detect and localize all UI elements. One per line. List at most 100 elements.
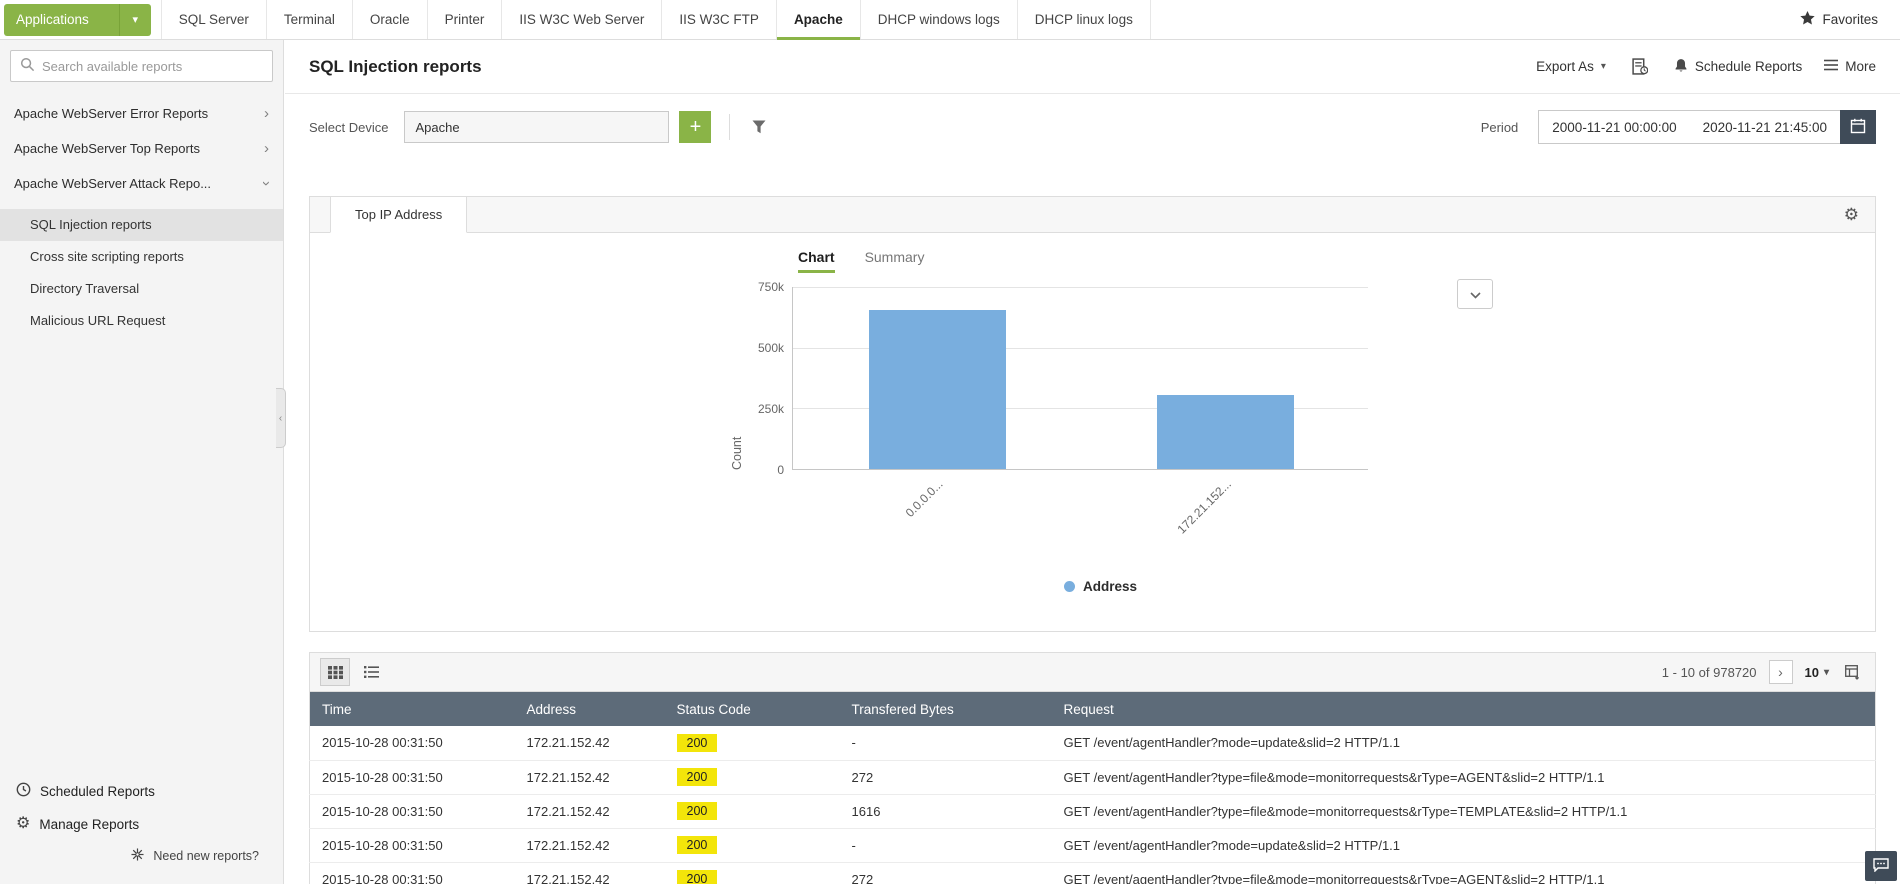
table-row[interactable]: 2015-10-28 00:31:50 172.21.152.42 200 - GET …: [309, 726, 1876, 761]
bar-172-21-152[interactable]: [1157, 395, 1294, 469]
period-picker: Period 2000-11-21 00:00:00 2020-11-21 21…: [1481, 110, 1876, 144]
gear-icon[interactable]: ⚙: [1844, 205, 1875, 225]
sidebar-group-label: Apache WebServer Error Reports: [14, 106, 209, 121]
period-from-value[interactable]: 2000-11-21 00:00:00: [1539, 120, 1689, 135]
y-tick: 0: [777, 463, 784, 477]
app-tab-dhcp-linux-logs[interactable]: DHCP linux logs: [1016, 0, 1151, 39]
sidebar-group-apache-webserver-top-reports[interactable]: Apache WebServer Top Reports ›: [0, 131, 283, 166]
cell-request: GET /event/agentHandler?type=file&mode=m…: [1051, 862, 1876, 884]
scheduled-reports-link[interactable]: Scheduled Reports: [0, 774, 283, 808]
app-tab-apache[interactable]: Apache: [775, 0, 860, 40]
sidebar: Apache WebServer Error Reports›Apache We…: [0, 40, 284, 884]
chevron-right-icon: ›: [264, 140, 269, 157]
sparkle-icon: [131, 848, 144, 864]
report-export-icon[interactable]: [1628, 54, 1652, 79]
sidebar-group-label: Apache WebServer Attack Repo...: [14, 176, 212, 191]
calendar-button[interactable]: [1840, 110, 1876, 144]
cell-transfered-bytes: 1616: [839, 794, 1052, 829]
app-tab-iis-w3c-ftp[interactable]: IIS W3C FTP: [661, 0, 776, 39]
cell-transfered-bytes: -: [839, 726, 1052, 761]
column-header-address[interactable]: Address: [514, 692, 665, 726]
chevron-right-icon: ›: [1778, 664, 1783, 680]
sidebar-group-label: Apache WebServer Top Reports: [14, 141, 200, 156]
filter-icon[interactable]: [748, 116, 770, 138]
bar-chart: Count 750k 500k 250k 0 0.0.0.0... 172.21.…: [730, 280, 1875, 536]
app-tab-terminal[interactable]: Terminal: [265, 0, 352, 39]
chevron-down-icon: ▾: [1600, 61, 1606, 72]
more-button[interactable]: More: [1824, 59, 1876, 74]
sidebar-group-apache-webserver-error-reports[interactable]: Apache WebServer Error Reports ›: [0, 96, 283, 131]
cell-request: GET /event/agentHandler?mode=update&slid…: [1051, 828, 1876, 863]
sidebar-item-sql-injection-reports[interactable]: SQL Injection reports: [0, 209, 283, 241]
sidebar-footer: Scheduled Reports ⚙ Manage Reports Need …: [0, 774, 283, 884]
more-icon: [1824, 59, 1839, 74]
applications-menu-button[interactable]: Applications ▾: [4, 3, 151, 36]
search-input[interactable]: [42, 58, 263, 74]
page-title: SQL Injection reports: [309, 56, 482, 76]
next-page-button[interactable]: ›: [1768, 660, 1793, 684]
sidebar-item-cross-site-scripting-reports[interactable]: Cross site scripting reports: [0, 241, 283, 273]
column-header-time[interactable]: Time: [309, 692, 515, 726]
sidebar-item-malicious-url-request[interactable]: Malicious URL Request: [0, 305, 283, 337]
sidebar-group-apache-webserver-attack-repo[interactable]: Apache WebServer Attack Repo... ›: [0, 166, 283, 201]
add-device-button[interactable]: +: [679, 111, 712, 143]
schedule-reports-button[interactable]: Schedule Reports: [1674, 58, 1802, 76]
cell-time: 2015-10-28 00:31:50: [309, 794, 515, 829]
period-label: Period: [1480, 119, 1519, 135]
chevron-down-icon: ▾: [1823, 666, 1829, 678]
table-row[interactable]: 2015-10-28 00:31:50 172.21.152.42 200 1616 G…: [309, 794, 1876, 829]
chevron-down-icon: ›: [258, 181, 275, 186]
column-header-request[interactable]: Request: [1051, 692, 1876, 726]
view-tab-summary[interactable]: Summary: [865, 249, 925, 273]
clock-icon: [16, 782, 31, 800]
applications-label: Applications: [16, 11, 89, 27]
main-header: SQL Injection reports Export As ▾ Schedu…: [285, 40, 1900, 94]
export-as-button[interactable]: Export As ▾: [1536, 59, 1606, 74]
chevron-left-icon: ‹: [278, 412, 283, 424]
bar-0-0-0-0[interactable]: [869, 310, 1006, 469]
column-header-transfered-bytes[interactable]: Transfered Bytes: [839, 692, 1052, 726]
divider: [729, 114, 731, 140]
manage-reports-link[interactable]: ⚙ Manage Reports: [0, 808, 283, 840]
table-row[interactable]: 2015-10-28 00:31:50 172.21.152.42 200 272 GE…: [309, 760, 1876, 795]
list-view-icon[interactable]: [356, 658, 386, 686]
chart-legend[interactable]: Address: [1064, 579, 1137, 594]
chat-icon: [1873, 857, 1889, 875]
table-row[interactable]: 2015-10-28 00:31:50 172.21.152.42 200 - GET …: [309, 828, 1876, 863]
need-new-reports-link[interactable]: Need new reports?: [0, 840, 283, 872]
y-tick: 500k: [757, 340, 784, 355]
favorites-button[interactable]: Favorites: [1800, 11, 1900, 28]
app-tab-oracle[interactable]: Oracle: [351, 0, 427, 39]
status-badge: 200: [676, 733, 718, 752]
cell-address: 172.21.152.42: [514, 828, 665, 863]
sidebar-collapse-handle[interactable]: ‹: [276, 388, 286, 448]
sidebar-item-directory-traversal[interactable]: Directory Traversal: [0, 273, 283, 305]
column-header-status-code[interactable]: Status Code: [664, 692, 840, 726]
cell-status-code: 200: [664, 828, 840, 863]
app-tab-iis-w3c-web-server[interactable]: IIS W3C Web Server: [501, 0, 661, 39]
table-body: 2015-10-28 00:31:50 172.21.152.42 200- GET …: [309, 726, 1876, 884]
chevron-right-icon: ›: [264, 105, 269, 122]
page-size-select[interactable]: 10 ▾: [1805, 665, 1830, 680]
device-select-input[interactable]: Apache: [404, 111, 670, 143]
period-to-value[interactable]: 2020-11-21 21:45:00: [1690, 120, 1840, 135]
search-icon: [20, 57, 35, 75]
app-tab-sql-server[interactable]: SQL Server: [160, 0, 266, 39]
app-tab-printer[interactable]: Printer: [426, 0, 502, 39]
cell-transfered-bytes: 272: [839, 760, 1052, 795]
chat-button[interactable]: [1865, 851, 1897, 881]
chart-options-dropdown[interactable]: [1457, 279, 1493, 309]
chart-region: Chart Summary Count 750k 500k 250k 0 0.0.…: [310, 233, 1875, 631]
export-table-icon[interactable]: [1841, 661, 1865, 684]
tab-top-ip-address[interactable]: Top IP Address: [330, 197, 468, 233]
table-row[interactable]: 2015-10-28 00:31:50 172.21.152.42 200 272 GE…: [309, 862, 1876, 884]
cell-request: GET /event/agentHandler?type=file&mode=m…: [1051, 794, 1876, 829]
sidebar-groups: Apache WebServer Error Reports › Apache We…: [0, 96, 283, 341]
x-axis-label: 172.21.152...: [1174, 477, 1234, 537]
grid-view-icon[interactable]: [320, 658, 350, 686]
manage-reports-label: Manage Reports: [39, 816, 140, 832]
app-tab-dhcp-windows-logs[interactable]: DHCP windows logs: [859, 0, 1017, 39]
status-badge: 200: [676, 768, 718, 786]
y-axis-title: Count: [730, 436, 744, 470]
view-tab-chart[interactable]: Chart: [798, 249, 835, 273]
